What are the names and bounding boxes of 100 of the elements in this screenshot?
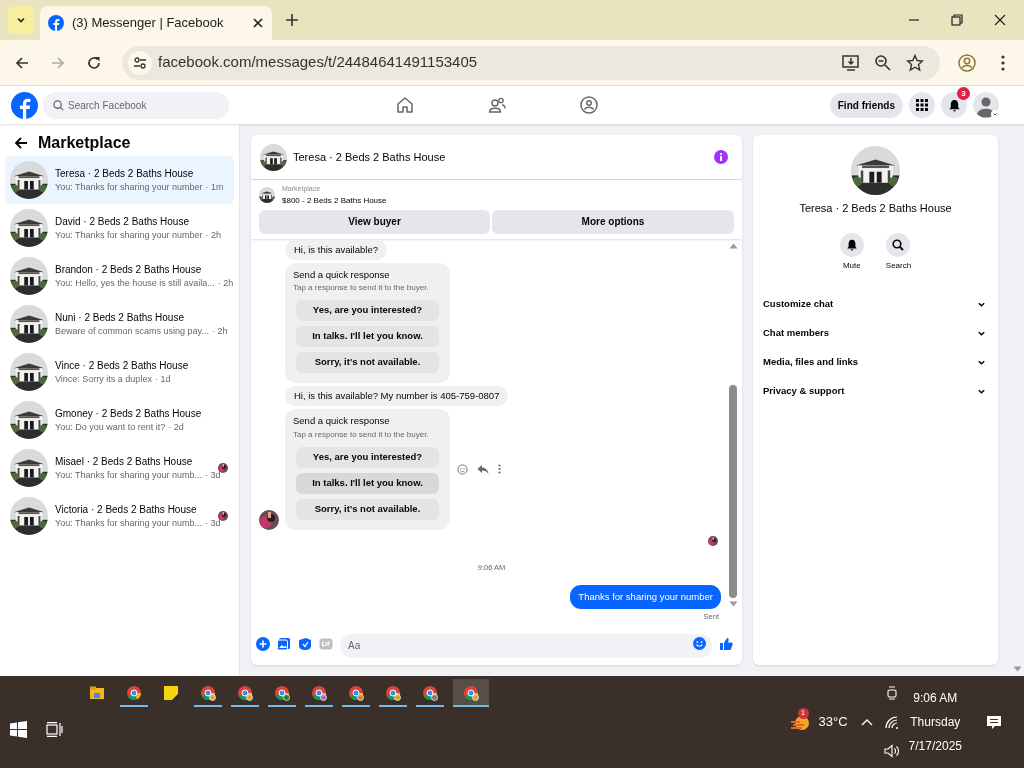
chrome-icon[interactable] bbox=[126, 685, 142, 701]
back-icon[interactable] bbox=[14, 54, 30, 71]
windows-start-icon[interactable] bbox=[10, 721, 27, 738]
quick-reply-button[interactable]: Yes, are you interested? bbox=[296, 446, 439, 468]
wifi-icon[interactable] bbox=[884, 715, 899, 729]
menu-icon[interactable] bbox=[1001, 54, 1005, 71]
message-bubble: Hi, is this available? My number is 405-759-0807 bbox=[285, 386, 509, 407]
message-preview: You: Thanks for sharing your numb... bbox=[55, 516, 203, 530]
install-app-icon[interactable] bbox=[842, 53, 860, 72]
search-icon bbox=[53, 99, 64, 111]
bell-icon bbox=[845, 238, 858, 251]
action-button[interactable]: More options bbox=[492, 209, 734, 234]
notifications-button[interactable] bbox=[941, 92, 967, 118]
message-preview: You: Hello, yes the house is still availa... bbox=[55, 276, 215, 290]
search-button[interactable] bbox=[886, 232, 911, 257]
message-input[interactable]: Aa bbox=[340, 633, 712, 658]
profile-icon[interactable] bbox=[958, 53, 976, 72]
meet-now-icon[interactable] bbox=[884, 686, 899, 700]
conversation-name: Gmoney · 2 Beds 2 Baths House bbox=[55, 406, 203, 421]
menu-button[interactable] bbox=[909, 92, 935, 118]
new-tab-icon[interactable] bbox=[285, 13, 299, 27]
account-avatar-icon[interactable] bbox=[973, 92, 999, 118]
notifications-icon[interactable] bbox=[986, 714, 1002, 730]
quick-reply-button[interactable]: In talks. I'll let you know. bbox=[296, 326, 439, 347]
chrome-icon[interactable] bbox=[237, 685, 253, 701]
groups-icon[interactable] bbox=[580, 96, 598, 114]
find-friends-button[interactable]: Find friends bbox=[829, 92, 903, 118]
card-title: Send a quick response bbox=[293, 414, 391, 429]
task-view-icon[interactable] bbox=[46, 722, 63, 737]
contact-name: Teresa · 2 Beds 2 Baths House bbox=[799, 201, 952, 216]
message-preview: You: Do you want to rent it? bbox=[55, 420, 166, 434]
card-subtitle: Tap a response to send it to the buyer. bbox=[293, 282, 430, 294]
conversation-name: Brandon · 2 Beds 2 Baths House bbox=[55, 262, 203, 277]
bookmark-star-icon[interactable] bbox=[906, 53, 924, 72]
chrome-icon[interactable] bbox=[385, 685, 401, 701]
quick-reply-button[interactable]: Sorry, it's not available. bbox=[296, 498, 439, 520]
url-text: facebook.com/messages/t/24484641491153405 bbox=[158, 52, 479, 73]
section-row[interactable]: Chat members bbox=[763, 318, 988, 348]
message-bubble: Thanks for sharing your number bbox=[570, 584, 721, 609]
action-button[interactable]: View buyer bbox=[259, 209, 490, 234]
photo-icon[interactable] bbox=[277, 637, 291, 651]
message-preview: You: Thanks for sharing your number bbox=[55, 180, 203, 194]
info-icon[interactable] bbox=[714, 150, 728, 164]
facebook-logo-icon[interactable] bbox=[11, 91, 38, 119]
scroll-down-icon[interactable] bbox=[728, 600, 738, 607]
message-time: · 2h bbox=[217, 276, 234, 290]
search-field[interactable]: Search Facebook bbox=[43, 91, 229, 119]
temperature: 33°C bbox=[818, 713, 848, 732]
chrome-icon[interactable] bbox=[422, 685, 438, 701]
grid-icon bbox=[916, 99, 928, 111]
chevron-up-icon[interactable] bbox=[860, 718, 873, 726]
message-time: · 1m bbox=[205, 180, 224, 194]
restore-icon[interactable] bbox=[951, 14, 963, 26]
site-info-button[interactable] bbox=[128, 50, 152, 75]
quick-reply-button[interactable]: In talks. I'll let you know. bbox=[296, 472, 439, 494]
conversation-item[interactable]: Teresa · 2 Beds 2 Baths House You: Thanks for sharing your number · 1m bbox=[5, 156, 234, 204]
mute-button[interactable] bbox=[839, 232, 864, 257]
clock[interactable]: 9:06 AM Thursday 7/17/2025 bbox=[908, 689, 962, 755]
search-icon bbox=[892, 238, 905, 251]
section-row[interactable]: Privacy & support bbox=[763, 376, 988, 406]
section-row[interactable]: Media, files and links bbox=[763, 347, 988, 377]
close-icon[interactable] bbox=[252, 17, 264, 29]
section-row[interactable]: Customize chat bbox=[763, 289, 988, 319]
conversation-name: Teresa · 2 Beds 2 Baths House bbox=[55, 166, 195, 181]
close-icon[interactable] bbox=[994, 14, 1006, 26]
sticker-icon[interactable] bbox=[298, 637, 312, 651]
friends-icon[interactable] bbox=[488, 96, 506, 114]
scroll-up-icon[interactable] bbox=[728, 242, 738, 249]
quick-reply-button[interactable]: Sorry, it's not available. bbox=[296, 352, 439, 373]
chrome-icon[interactable] bbox=[348, 685, 364, 701]
zoom-out-icon[interactable] bbox=[874, 53, 892, 72]
conversation-name: David · 2 Beds 2 Baths House bbox=[55, 214, 190, 229]
folder-icon[interactable] bbox=[89, 685, 105, 701]
bell-icon bbox=[947, 98, 961, 112]
like-icon[interactable] bbox=[719, 637, 733, 651]
speaker-icon[interactable] bbox=[883, 744, 900, 758]
chrome-icon[interactable] bbox=[200, 685, 216, 701]
chrome-icon[interactable] bbox=[311, 685, 327, 701]
tune-icon bbox=[133, 55, 147, 70]
reply-icon[interactable] bbox=[477, 463, 489, 475]
back-icon[interactable] bbox=[14, 135, 28, 150]
home-icon[interactable] bbox=[396, 96, 414, 114]
conversation-name: Misael · 2 Beds 2 Baths House bbox=[55, 454, 194, 469]
facebook-logo-icon bbox=[48, 15, 64, 31]
browser-tab[interactable]: (3) Messenger | Facebook bbox=[40, 6, 272, 40]
quick-reply-button[interactable]: Yes, are you interested? bbox=[296, 300, 439, 321]
reload-icon[interactable] bbox=[86, 54, 102, 71]
emoji-icon[interactable] bbox=[693, 637, 706, 650]
chrome-icon[interactable] bbox=[463, 685, 479, 701]
message-time: · 3d bbox=[205, 516, 221, 530]
add-icon[interactable] bbox=[256, 637, 270, 651]
listing-title: $800 - 2 Beds 2 Baths House bbox=[282, 194, 387, 207]
message-time: · 2d bbox=[168, 420, 184, 434]
scrollbar-thumb[interactable] bbox=[729, 384, 737, 598]
more-icon[interactable] bbox=[498, 464, 501, 475]
address-bar[interactable]: facebook.com/messages/t/24484641491153405 bbox=[122, 45, 940, 80]
sticky-note-icon[interactable] bbox=[163, 685, 179, 701]
chrome-icon[interactable] bbox=[274, 685, 290, 701]
message-preview: Beware of common scams using pay... bbox=[55, 324, 209, 338]
emoji-icon[interactable] bbox=[457, 463, 468, 475]
